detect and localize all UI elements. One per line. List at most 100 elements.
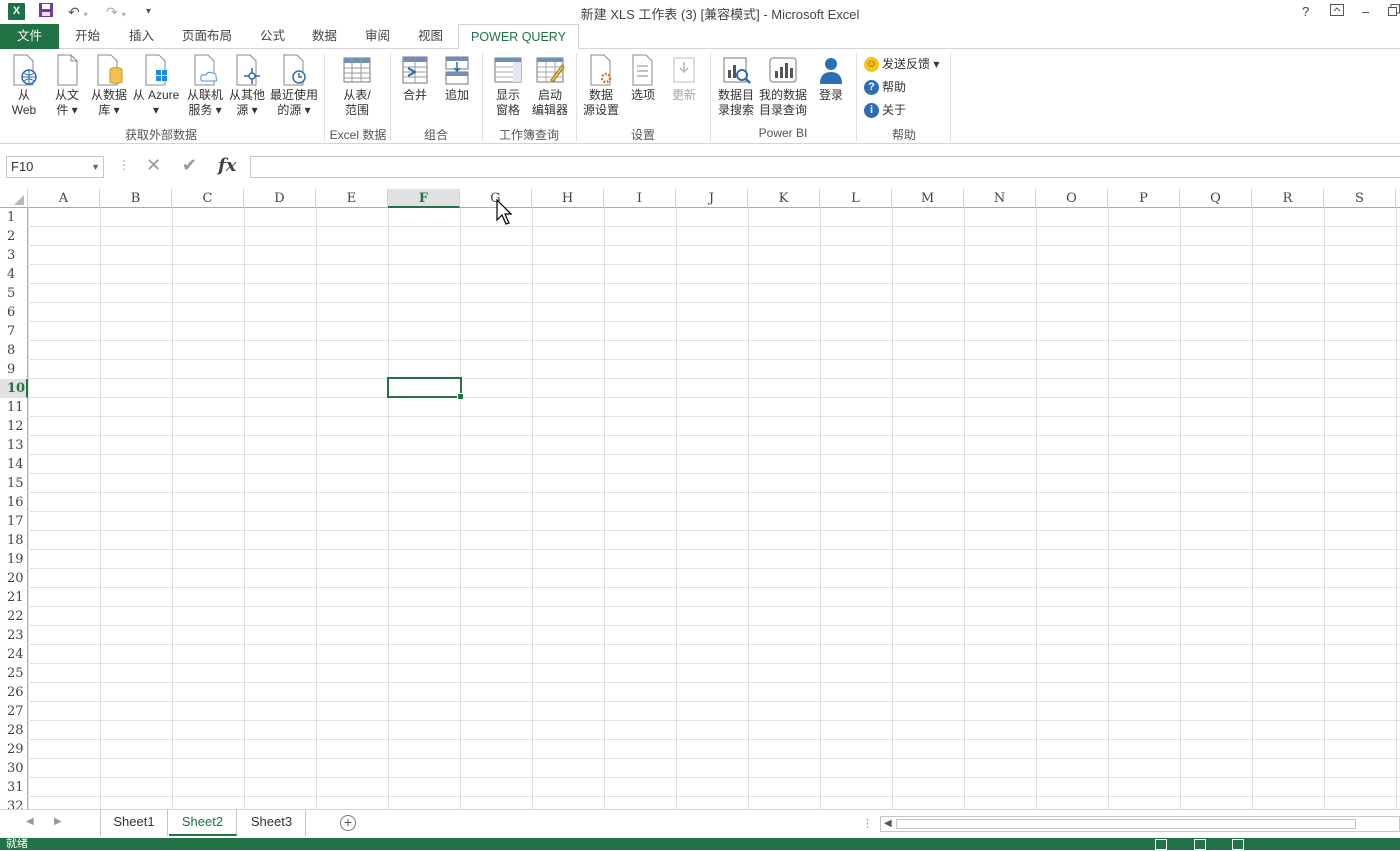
show-pane-button[interactable]: 显示 窗格	[490, 54, 526, 118]
column-header-l[interactable]: L	[820, 189, 892, 208]
sheet-tab-sheet3[interactable]: Sheet3	[238, 810, 306, 836]
sheet-tab-sheet1[interactable]: Sheet1	[100, 810, 168, 836]
column-header-b[interactable]: B	[100, 189, 172, 208]
row-header-29[interactable]: 29	[0, 740, 28, 759]
row-header-9[interactable]: 9	[0, 360, 28, 379]
sheet-tab-sheet2[interactable]: Sheet2	[169, 810, 237, 836]
column-header-h[interactable]: H	[532, 189, 604, 208]
column-header-i[interactable]: I	[604, 189, 676, 208]
page-break-view-icon[interactable]	[1232, 839, 1244, 850]
row-header-15[interactable]: 15	[0, 474, 28, 493]
row-header-1[interactable]: 1	[0, 208, 28, 227]
from-database-button[interactable]: 从数据 库 ▾	[88, 54, 130, 118]
row-header-3[interactable]: 3	[0, 246, 28, 265]
row-header-32[interactable]: 32	[0, 797, 28, 809]
row-header-5[interactable]: 5	[0, 284, 28, 303]
column-header-s[interactable]: S	[1324, 189, 1396, 208]
row-header-21[interactable]: 21	[0, 588, 28, 607]
row-header-4[interactable]: 4	[0, 265, 28, 284]
row-header-2[interactable]: 2	[0, 227, 28, 246]
tab-data[interactable]: 数据	[300, 24, 349, 49]
column-header-c[interactable]: C	[172, 189, 244, 208]
tab-review[interactable]: 审阅	[353, 24, 402, 49]
row-header-26[interactable]: 26	[0, 683, 28, 702]
tab-power-query[interactable]: POWER QUERY	[458, 24, 579, 50]
column-header-q[interactable]: Q	[1180, 189, 1252, 208]
column-header-p[interactable]: P	[1108, 189, 1180, 208]
row-header-30[interactable]: 30	[0, 759, 28, 778]
row-header-8[interactable]: 8	[0, 341, 28, 360]
row-header-23[interactable]: 23	[0, 626, 28, 645]
column-header-f[interactable]: F	[388, 189, 460, 208]
insert-function-icon[interactable]: fx	[218, 155, 236, 176]
worksheet-grid[interactable]: ABCDEFGHIJKLMNOPQRS 1 2 3 4 5 6 7 8 9 10 11 12 13 14 1…	[0, 189, 1400, 809]
column-header-n[interactable]: N	[964, 189, 1036, 208]
row-header-12[interactable]: 12	[0, 417, 28, 436]
cancel-entry-icon[interactable]: ✕	[146, 155, 161, 176]
tab-insert[interactable]: 插入	[117, 24, 166, 49]
name-box[interactable]: F10 ▼	[6, 156, 104, 178]
catalog-search-button[interactable]: 数据目 录搜索	[716, 54, 756, 118]
data-source-settings-button[interactable]: 数据 源设置	[582, 54, 620, 118]
about-button[interactable]: i 关于	[864, 100, 906, 120]
formula-input[interactable]	[250, 156, 1400, 178]
tab-file[interactable]: 文件	[0, 24, 59, 49]
tab-formulas[interactable]: 公式	[248, 24, 297, 49]
normal-view-icon[interactable]	[1155, 839, 1167, 850]
row-header-6[interactable]: 6	[0, 303, 28, 322]
refresh-button[interactable]: 更新	[667, 54, 701, 103]
tab-view[interactable]: 视图	[406, 24, 455, 49]
from-table-range-button[interactable]: 从表/ 范围	[336, 54, 378, 118]
row-header-20[interactable]: 20	[0, 569, 28, 588]
row-header-18[interactable]: 18	[0, 531, 28, 550]
restore-button[interactable]	[1388, 2, 1400, 22]
row-header-17[interactable]: 17	[0, 512, 28, 531]
recent-sources-button[interactable]: 最近使用 的源 ▾	[268, 54, 320, 118]
column-header-j[interactable]: J	[676, 189, 748, 208]
page-layout-view-icon[interactable]	[1194, 839, 1206, 850]
row-header-19[interactable]: 19	[0, 550, 28, 569]
minimize-button[interactable]: –	[1362, 2, 1369, 22]
from-file-button[interactable]: 从文 件 ▾	[48, 54, 86, 118]
scrollbar-thumb[interactable]	[896, 819, 1356, 829]
my-catalog-queries-button[interactable]: 我的数据 目录查询	[758, 54, 808, 118]
tab-page-layout[interactable]: 页面布局	[170, 24, 244, 49]
tab-home[interactable]: 开始	[63, 24, 112, 49]
chevron-down-icon[interactable]: ▼	[91, 157, 100, 177]
select-all-button[interactable]	[0, 189, 28, 208]
column-header-k[interactable]: K	[748, 189, 820, 208]
row-header-31[interactable]: 31	[0, 778, 28, 797]
from-azure-button[interactable]: 从 Azure ▾	[130, 54, 182, 118]
row-header-11[interactable]: 11	[0, 398, 28, 417]
row-header-10[interactable]: 10	[0, 379, 28, 398]
prev-sheet-icon[interactable]: ◀	[26, 816, 34, 827]
row-header-24[interactable]: 24	[0, 645, 28, 664]
column-header-d[interactable]: D	[244, 189, 316, 208]
row-header-28[interactable]: 28	[0, 721, 28, 740]
column-header-a[interactable]: A	[28, 189, 100, 208]
row-header-27[interactable]: 27	[0, 702, 28, 721]
row-header-25[interactable]: 25	[0, 664, 28, 683]
horizontal-scrollbar[interactable]: ◀	[880, 816, 1400, 832]
append-button[interactable]: 追加	[440, 54, 474, 103]
from-web-button[interactable]: 从 Web	[6, 54, 42, 118]
cells-area[interactable]	[28, 208, 1400, 809]
merge-button[interactable]: 合并	[398, 54, 432, 103]
next-sheet-icon[interactable]: ▶	[54, 816, 62, 827]
sign-in-button[interactable]: 登录	[814, 54, 848, 103]
ribbon-display-icon[interactable]	[1330, 2, 1344, 22]
column-header-o[interactable]: O	[1036, 189, 1108, 208]
help-button[interactable]: ? 帮助	[864, 77, 906, 97]
row-header-7[interactable]: 7	[0, 322, 28, 341]
column-header-e[interactable]: E	[316, 189, 388, 208]
confirm-entry-icon[interactable]: ✔	[182, 155, 197, 176]
row-header-14[interactable]: 14	[0, 455, 28, 474]
column-header-r[interactable]: R	[1252, 189, 1324, 208]
active-cell[interactable]	[387, 377, 464, 400]
from-online-services-button[interactable]: 从联机 服务 ▾	[184, 54, 226, 118]
split-grip-icon[interactable]: ⋮	[862, 817, 873, 830]
options-button[interactable]: 选项	[626, 54, 660, 103]
launch-editor-button[interactable]: 启动 编辑器	[530, 54, 570, 118]
add-sheet-icon[interactable]: +	[340, 815, 356, 831]
column-header-m[interactable]: M	[892, 189, 964, 208]
